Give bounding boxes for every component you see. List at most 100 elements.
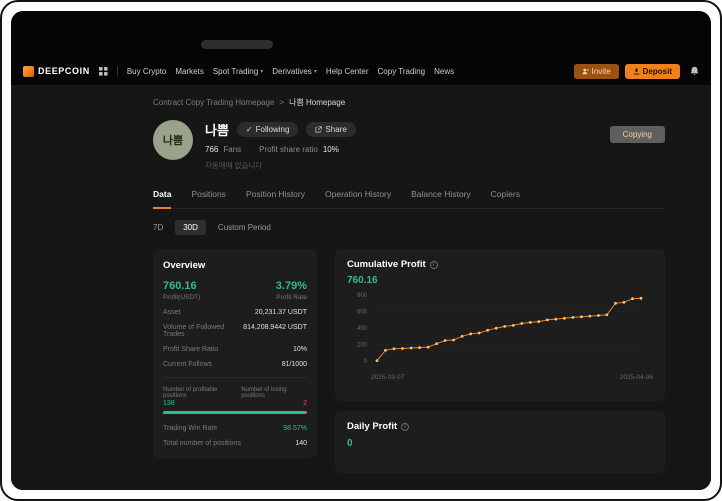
nav-divider <box>117 66 118 76</box>
nav-buy-crypto[interactable]: Buy Crypto <box>127 67 167 76</box>
nav-help-center[interactable]: Help Center <box>326 67 369 76</box>
deepcoin-logo[interactable]: DEEPCOIN <box>23 66 90 77</box>
copying-button[interactable]: Copying <box>610 126 665 143</box>
check-icon: ✓ <box>246 125 253 134</box>
nav-derivatives-label: Derivatives <box>272 67 312 76</box>
charts-column: Cumulative Profit i 760.16 0200400600800… <box>335 249 665 473</box>
app-window: DEEPCOIN Buy Crypto Markets Spot Trading… <box>11 11 711 490</box>
nav-derivatives[interactable]: Derivatives▾ <box>272 67 317 76</box>
info-icon[interactable]: i <box>401 423 409 431</box>
browser-top-bar <box>11 11 711 57</box>
total-positions-label: Total number of positions <box>163 440 241 447</box>
trader-note: 자동매매 없습니다 <box>205 160 356 171</box>
tab-data[interactable]: Data <box>153 189 171 209</box>
following-label: Following <box>256 125 290 134</box>
row-value: 814,208.9442 USDT <box>243 324 307 338</box>
win-rate-value: 98.57% <box>283 425 307 432</box>
win-bar-fill <box>163 411 305 414</box>
deposit-label: Deposit <box>643 67 672 76</box>
total-positions-value: 140 <box>295 440 307 447</box>
tab-position-history[interactable]: Position History <box>246 189 305 208</box>
browser-tab-placeholder <box>201 40 273 49</box>
row-label: Volume of Followed Trades <box>163 324 239 338</box>
apps-grid-icon[interactable] <box>99 67 108 76</box>
period-filter: 7D 30D Custom Period <box>153 220 711 235</box>
chevron-down-icon: ▾ <box>260 68 263 75</box>
deposit-button[interactable]: Deposit <box>625 64 680 79</box>
page-content: Contract Copy Trading Homepage > 나쁨 Home… <box>11 85 711 490</box>
profit-label: Profit(USDT) <box>163 294 200 301</box>
trader-name: 나쁨 <box>205 120 229 139</box>
overview-rows: Asset 20,231.37 USDT Volume of Followed … <box>163 309 307 378</box>
profile-tabs: Data Positions Position History Operatio… <box>153 189 665 209</box>
cumulative-profit-title: Cumulative Profit <box>347 259 426 270</box>
trader-stats: 766 Fans Profit share ratio 10% <box>205 145 356 154</box>
losing-count: 2 <box>303 400 307 407</box>
bell-icon[interactable] <box>690 66 699 76</box>
row-value: 20,231.37 USDT <box>255 309 307 316</box>
daily-profit-card: Daily Profit i 0 <box>335 411 665 473</box>
period-30d[interactable]: 30D <box>175 220 206 235</box>
period-7d[interactable]: 7D <box>153 223 163 232</box>
svg-text:800: 800 <box>357 293 368 299</box>
following-button[interactable]: ✓ Following <box>237 122 299 137</box>
svg-text:600: 600 <box>357 310 368 316</box>
share-icon <box>315 126 322 133</box>
trader-avatar: 나쁨 <box>153 120 193 160</box>
nav-copy-trading[interactable]: Copy Trading <box>378 67 426 76</box>
cumulative-profit-card: Cumulative Profit i 760.16 0200400600800… <box>335 249 665 401</box>
losing-label: Number of losing positions <box>241 387 307 399</box>
row-label: Asset <box>163 309 181 316</box>
overview-title: Overview <box>163 260 307 271</box>
profile-main: 나쁨 ✓ Following Share 766 Fans <box>205 120 356 171</box>
svg-text:0: 0 <box>364 359 368 365</box>
tab-operation-history[interactable]: Operation History <box>325 189 391 208</box>
chart-area: 0200400600800 <box>347 289 653 374</box>
chart-x-axis: 2025-03-07 2025-04-06 <box>347 374 653 381</box>
period-custom[interactable]: Custom Period <box>218 223 271 232</box>
profitable-label: Number of profitable positions <box>163 387 237 399</box>
breadcrumb-current: 나쁨 Homepage <box>289 97 345 108</box>
invite-label: Invite <box>592 67 611 76</box>
breadcrumb-parent-link[interactable]: Contract Copy Trading Homepage <box>153 98 274 107</box>
outer-frame: DEEPCOIN Buy Crypto Markets Spot Trading… <box>0 0 722 501</box>
deepcoin-logo-icon <box>23 66 34 77</box>
x-axis-end-label: 2025-04-06 <box>620 374 653 381</box>
logo-text: DEEPCOIN <box>38 66 90 76</box>
row-label: Profit Share Ratio <box>163 346 218 353</box>
top-navbar: DEEPCOIN Buy Crypto Markets Spot Trading… <box>11 57 711 85</box>
profit-value: 760.16 <box>163 280 200 292</box>
nav-spot-trading[interactable]: Spot Trading▾ <box>213 67 263 76</box>
invite-button[interactable]: Invite <box>574 64 619 79</box>
breadcrumb-separator: > <box>279 98 284 107</box>
deposit-arrow-icon <box>633 68 640 75</box>
profit-rate-value: 3.79% <box>276 280 307 292</box>
tab-copiers[interactable]: Copiers <box>491 189 520 208</box>
share-label: Share <box>325 125 346 134</box>
tab-balance-history[interactable]: Balance History <box>411 189 471 208</box>
info-icon[interactable]: i <box>430 261 438 269</box>
cumulative-profit-chart: 0200400600800 <box>347 289 649 369</box>
breadcrumb: Contract Copy Trading Homepage > 나쁨 Home… <box>153 97 711 108</box>
overview-row-follows: Current Follows 81/1000 <box>163 361 307 368</box>
trader-profile: 나쁨 나쁨 ✓ Following Share 7 <box>153 120 665 171</box>
tab-positions[interactable]: Positions <box>191 189 226 208</box>
fans-label: Fans <box>223 145 241 154</box>
share-button[interactable]: Share <box>306 122 355 137</box>
fans-count: 766 <box>205 145 218 154</box>
overview-card: Overview 760.16 Profit(USDT) 3.79% Profi… <box>153 249 317 458</box>
positions-counts: 138 2 <box>163 400 307 407</box>
svg-text:200: 200 <box>357 343 368 349</box>
nav-news[interactable]: News <box>434 67 454 76</box>
nav-markets[interactable]: Markets <box>175 67 203 76</box>
profit-share-label: Profit share ratio <box>259 145 318 154</box>
overview-row-asset: Asset 20,231.37 USDT <box>163 309 307 316</box>
navbar-actions: Invite Deposit <box>574 64 699 79</box>
daily-profit-value: 0 <box>347 438 653 449</box>
row-label: Current Follows <box>163 361 212 368</box>
daily-profit-title: Daily Profit <box>347 421 397 432</box>
profitable-count: 138 <box>163 400 175 407</box>
nav-spot-trading-label: Spot Trading <box>213 67 258 76</box>
win-rate-row: Trading Win Rate 98.57% <box>163 425 307 432</box>
win-loss-bar <box>163 411 307 414</box>
